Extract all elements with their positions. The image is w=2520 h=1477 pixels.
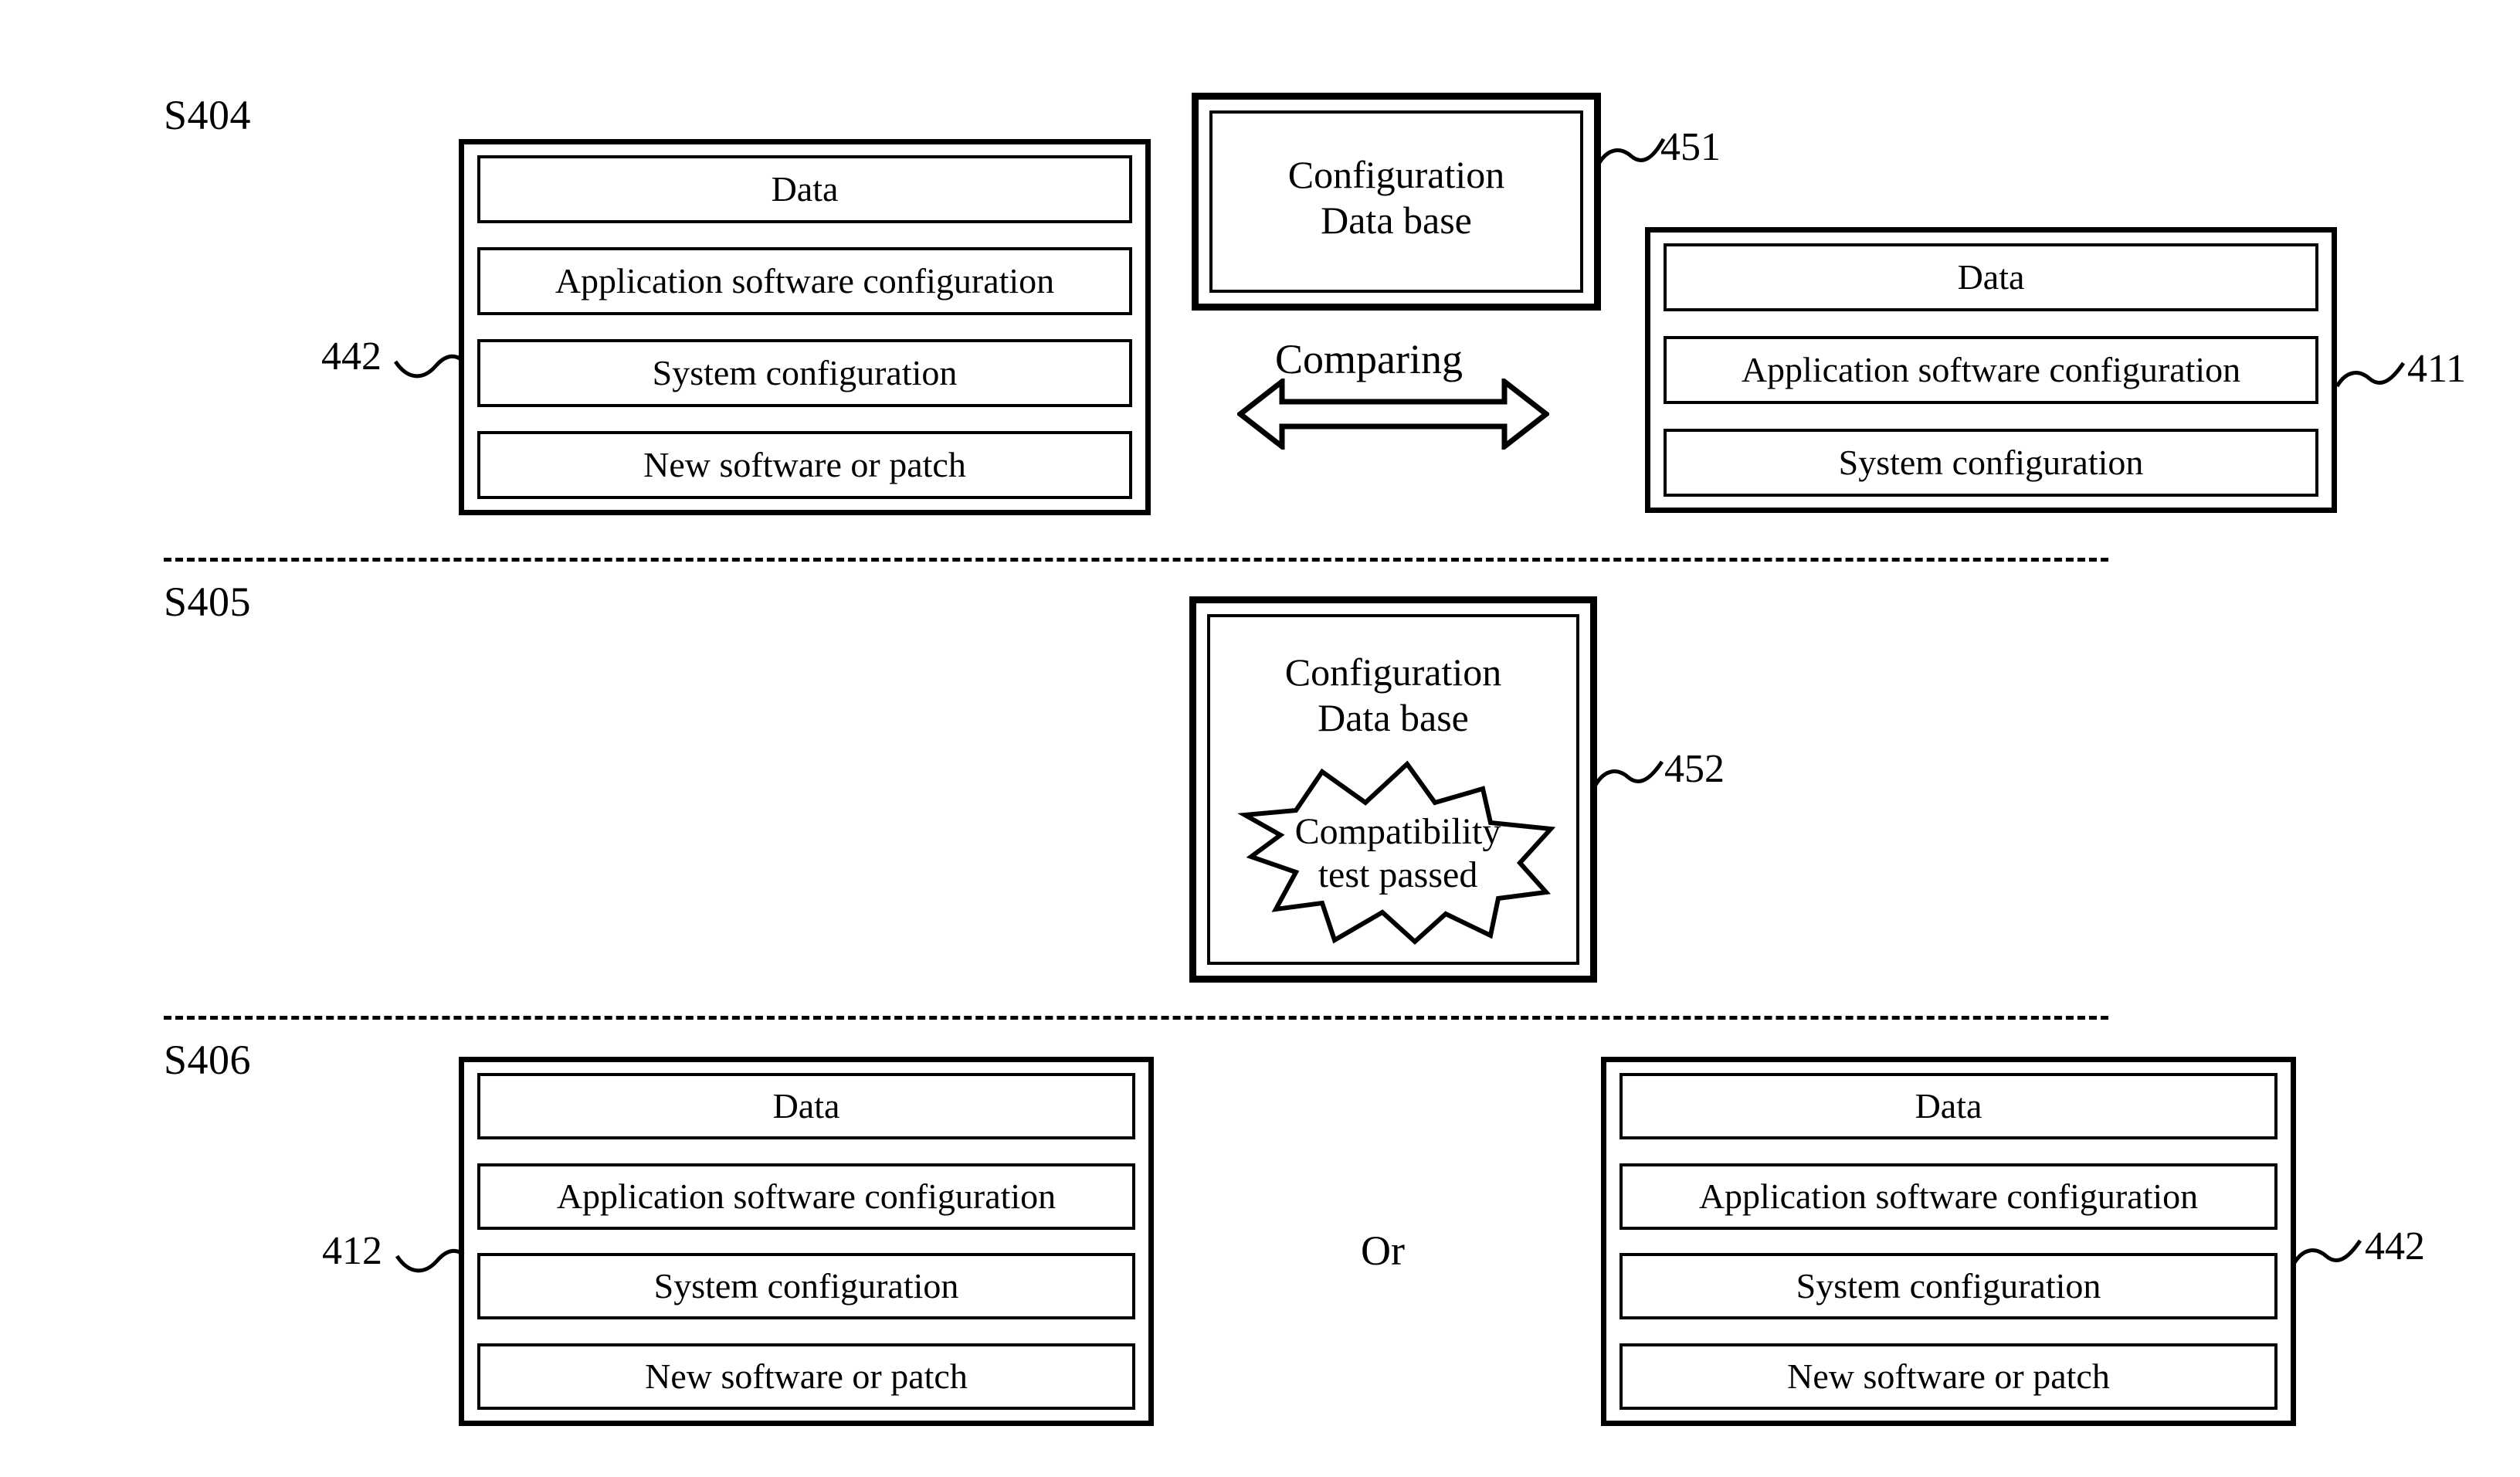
stack-row-label: Data [1957,256,2025,297]
stack-row-sys-config: System configuration [477,339,1132,407]
stack-row-app-config: Application software configuration [1620,1163,2277,1230]
stack-row-app-config: Application software configuration [477,1163,1135,1230]
stack-row-label: New software or patch [643,444,966,484]
ref-number-442-s404: 442 [321,334,382,379]
stack-row-app-config: Application software configuration [477,247,1132,315]
stack-row-sys-config: System configuration [477,1253,1135,1320]
leader-line-442-s406 [2292,1239,2362,1265]
stack-row-app-config: Application software configuration [1664,336,2318,404]
ref-number-452: 452 [1664,747,1725,791]
step-label-s404: S404 [164,92,252,138]
stack-row-data: Data [1664,243,2318,311]
stack-row-data: Data [477,1073,1135,1139]
stack-row-data: Data [477,155,1132,223]
stack-row-label: Application software configuration [1698,1176,2199,1216]
config-database-451-inner: Configuration Data base [1209,110,1583,293]
config-database-451: Configuration Data base [1192,93,1601,311]
stack-row-data: Data [1620,1073,2277,1139]
stack-row-sys-config: System configuration [1620,1253,2277,1320]
ref-number-411: 411 [2407,347,2467,391]
comparing-double-arrow-icon [1237,379,1549,450]
compatibility-burst-text: Compatibility test passed [1294,811,1501,895]
ref-number-442-s406: 442 [2365,1224,2425,1268]
step-label-s406: S406 [164,1037,252,1083]
or-label: Or [1361,1227,1405,1274]
step-label-s405: S405 [164,579,252,625]
stack-box-411-s404: Data Application software configuration … [1645,227,2337,513]
stack-row-label: Data [772,1085,840,1126]
section-separator-1 [164,558,2108,562]
config-database-452-inner: Configuration Data base Compatibility te… [1207,614,1579,965]
stack-row-label: System configuration [652,352,958,392]
ref-number-412: 412 [322,1229,382,1273]
ref-number-451: 451 [1660,125,1721,169]
stack-row-label: Data [1915,1085,1982,1126]
stack-row-label: Application software configuration [556,1176,1057,1216]
stack-row-new-software: New software or patch [477,431,1132,499]
comparing-label: Comparing [1275,336,1463,382]
stack-row-label: System configuration [1796,1266,2101,1306]
stack-row-label: Application software configuration [1741,349,2241,389]
stack-row-label: Application software configuration [555,260,1055,300]
stack-row-label: System configuration [1838,442,2144,482]
stack-row-new-software: New software or patch [477,1343,1135,1410]
config-database-452: Configuration Data base Compatibility te… [1189,596,1597,983]
section-separator-2 [164,1016,2108,1020]
stack-row-label: System configuration [653,1266,959,1306]
stack-box-442-s406: Data Application software configuration … [1601,1057,2296,1426]
leader-line-411 [2335,362,2406,388]
stack-row-label: Data [771,168,839,209]
leader-line-452 [1594,760,1664,786]
stack-box-412-s406: Data Application software configuration … [459,1057,1154,1426]
stack-row-sys-config: System configuration [1664,429,2318,497]
figure-canvas: S404 Data Application software configura… [0,0,2520,1477]
compatibility-burst: Compatibility test passed [1236,755,1560,948]
stack-row-label: New software or patch [645,1356,968,1396]
stack-box-442-s404: Data Application software configuration … [459,139,1151,515]
config-database-451-title: Configuration Data base [1287,153,1505,242]
stack-row-label: New software or patch [1787,1356,2110,1396]
stack-row-new-software: New software or patch [1620,1343,2277,1410]
config-database-452-title: Configuration Data base [1284,650,1502,739]
